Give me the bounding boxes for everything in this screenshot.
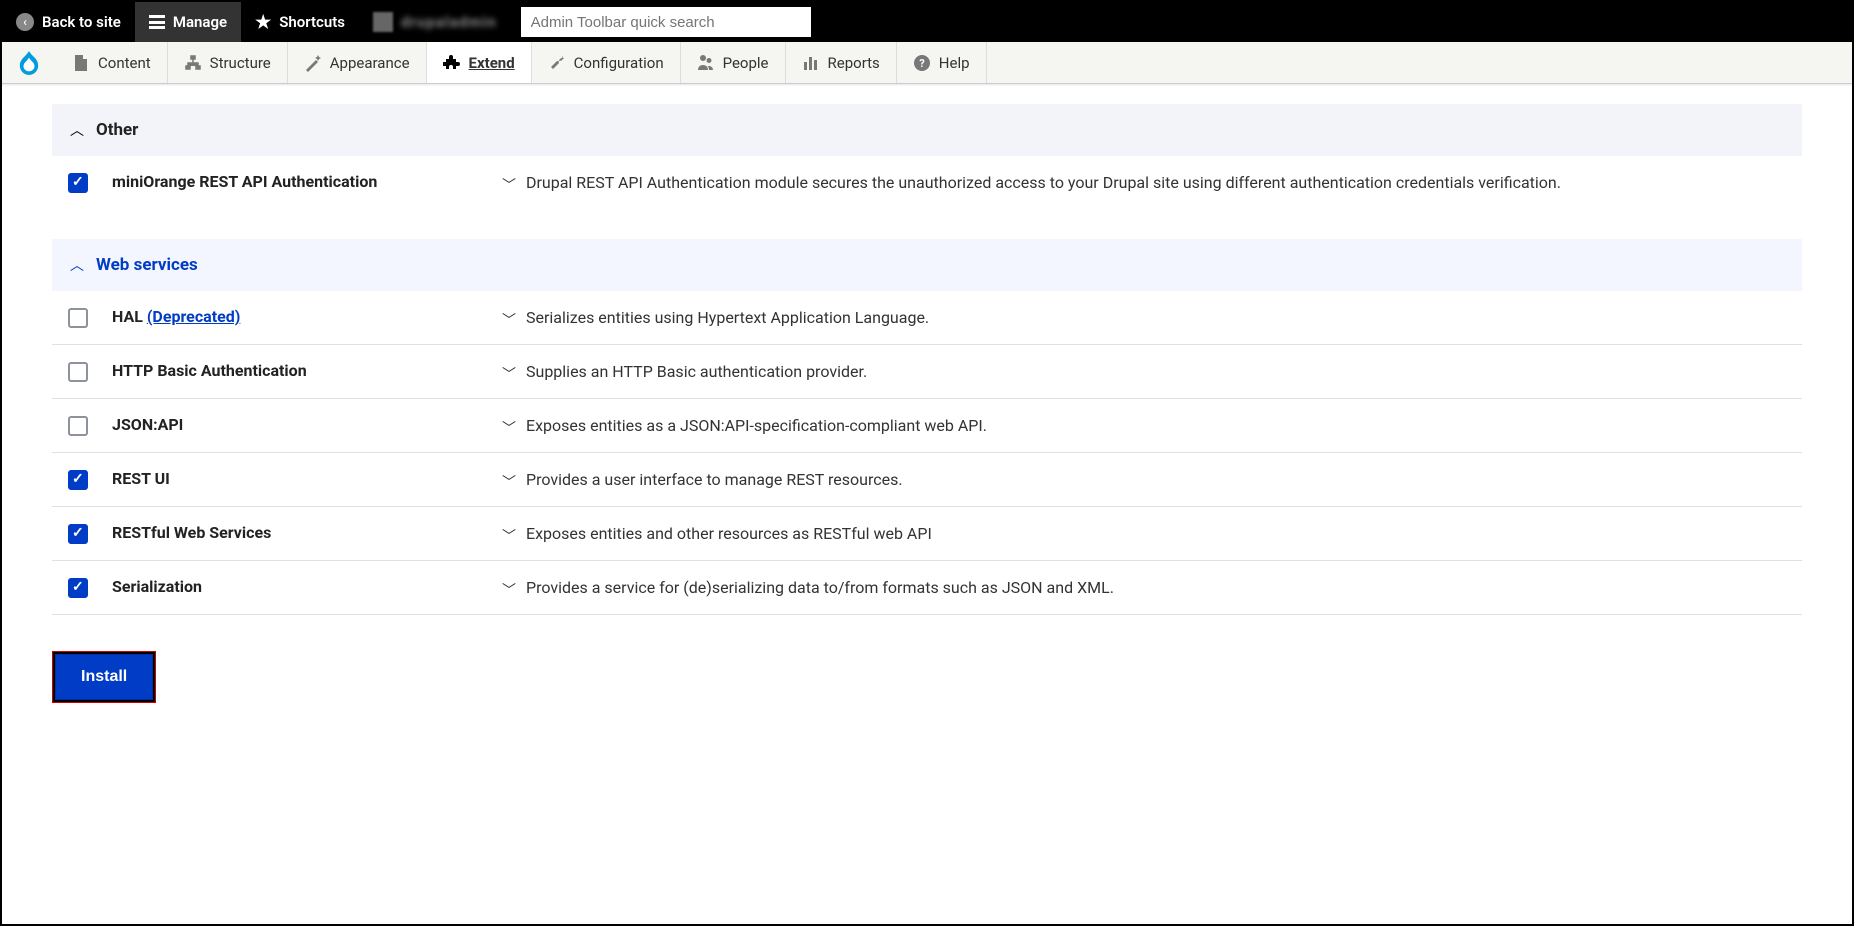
module-row: miniOrange REST API Authentication ﹀ Dru… — [52, 156, 1802, 209]
admin-search-input[interactable] — [521, 7, 811, 37]
svg-text:?: ? — [919, 57, 925, 70]
module-checkbox-http-basic[interactable] — [68, 362, 88, 382]
manage-label: Manage — [173, 13, 227, 31]
wand-icon — [304, 54, 322, 72]
people-icon — [697, 54, 715, 72]
chevron-down-icon[interactable]: ﹀ — [502, 361, 516, 384]
module-name: REST UI — [112, 467, 502, 488]
avatar-icon — [373, 12, 393, 32]
module-checkbox-hal[interactable] — [68, 308, 88, 328]
module-description: Provides a user interface to manage REST… — [526, 469, 903, 491]
admin-toolbar: ‹ Back to site Manage ★ Shortcuts drupal… — [2, 2, 1852, 42]
chevron-up-icon: ︿ — [70, 120, 84, 140]
wrench-icon — [548, 54, 566, 72]
module-description: Exposes entities and other resources as … — [526, 523, 932, 545]
module-description: Supplies an HTTP Basic authentication pr… — [526, 361, 867, 383]
admin-menu: Content Structure Appearance Extend Conf… — [2, 42, 1852, 84]
module-description: Serializes entities using Hypertext Appl… — [526, 307, 929, 329]
drupal-icon — [18, 49, 40, 77]
chevron-down-icon[interactable]: ﹀ — [502, 307, 516, 330]
module-name: Serialization — [112, 575, 502, 596]
chevron-down-icon[interactable]: ﹀ — [502, 172, 516, 195]
module-row: REST UI ﹀ Provides a user interface to m… — [52, 453, 1802, 507]
module-checkbox-jsonapi[interactable] — [68, 416, 88, 436]
module-checkbox-serialization[interactable] — [68, 578, 88, 598]
module-name: HTTP Basic Authentication — [112, 359, 502, 380]
module-row: JSON:API ﹀ Exposes entities as a JSON:AP… — [52, 399, 1802, 453]
module-name: HAL (Deprecated) — [112, 305, 502, 326]
section-header-other[interactable]: ︿ Other — [52, 104, 1802, 156]
module-row: Serialization ﹀ Provides a service for (… — [52, 561, 1802, 615]
chevron-down-icon[interactable]: ﹀ — [502, 523, 516, 546]
module-row: HTTP Basic Authentication ﹀ Supplies an … — [52, 345, 1802, 399]
drupal-logo-tab[interactable] — [2, 42, 56, 83]
module-name: miniOrange REST API Authentication — [112, 170, 502, 191]
structure-icon — [184, 54, 202, 72]
shortcuts-label: Shortcuts — [279, 13, 345, 31]
module-checkbox-miniorange[interactable] — [68, 173, 88, 193]
chevron-up-icon: ︿ — [70, 255, 84, 275]
section-title: Web services — [96, 255, 198, 275]
chart-icon — [802, 54, 820, 72]
module-name: JSON:API — [112, 413, 502, 434]
module-name: RESTful Web Services — [112, 521, 502, 542]
module-row: RESTful Web Services ﹀ Exposes entities … — [52, 507, 1802, 561]
section-header-web-services[interactable]: ︿ Web services — [52, 239, 1802, 291]
puzzle-icon — [443, 54, 461, 72]
tab-structure[interactable]: Structure — [168, 42, 288, 83]
deprecated-link[interactable]: (Deprecated) — [147, 307, 241, 326]
page-content: ︿ Other miniOrange REST API Authenticati… — [2, 84, 1852, 723]
chevron-down-icon[interactable]: ﹀ — [502, 415, 516, 438]
back-icon: ‹ — [16, 13, 34, 31]
username-label: drupaladmin — [401, 13, 497, 31]
tab-appearance[interactable]: Appearance — [288, 42, 427, 83]
shortcuts-button[interactable]: ★ Shortcuts — [241, 2, 359, 42]
module-description: Provides a service for (de)serializing d… — [526, 577, 1114, 599]
manage-button[interactable]: Manage — [135, 2, 241, 42]
chevron-down-icon[interactable]: ﹀ — [502, 577, 516, 600]
chevron-down-icon[interactable]: ﹀ — [502, 469, 516, 492]
user-menu[interactable]: drupaladmin — [359, 2, 511, 42]
tab-configuration[interactable]: Configuration — [532, 42, 681, 83]
tab-content[interactable]: Content — [56, 42, 168, 83]
tab-extend[interactable]: Extend — [427, 42, 532, 83]
module-checkbox-restful[interactable] — [68, 524, 88, 544]
help-icon: ? — [913, 54, 931, 72]
section-title: Other — [96, 120, 138, 140]
hamburger-icon — [149, 15, 165, 29]
tab-help[interactable]: ? Help — [897, 42, 987, 83]
tab-reports[interactable]: Reports — [786, 42, 897, 83]
document-icon — [72, 54, 90, 72]
module-checkbox-rest-ui[interactable] — [68, 470, 88, 490]
star-icon: ★ — [255, 12, 271, 33]
install-button[interactable]: Install — [52, 651, 156, 703]
module-description: Drupal REST API Authentication module se… — [526, 172, 1561, 194]
tab-people[interactable]: People — [681, 42, 786, 83]
module-row: HAL (Deprecated) ﹀ Serializes entities u… — [52, 291, 1802, 345]
module-description: Exposes entities as a JSON:API-specifica… — [526, 415, 987, 437]
back-label: Back to site — [42, 13, 121, 31]
back-to-site-button[interactable]: ‹ Back to site — [2, 2, 135, 42]
